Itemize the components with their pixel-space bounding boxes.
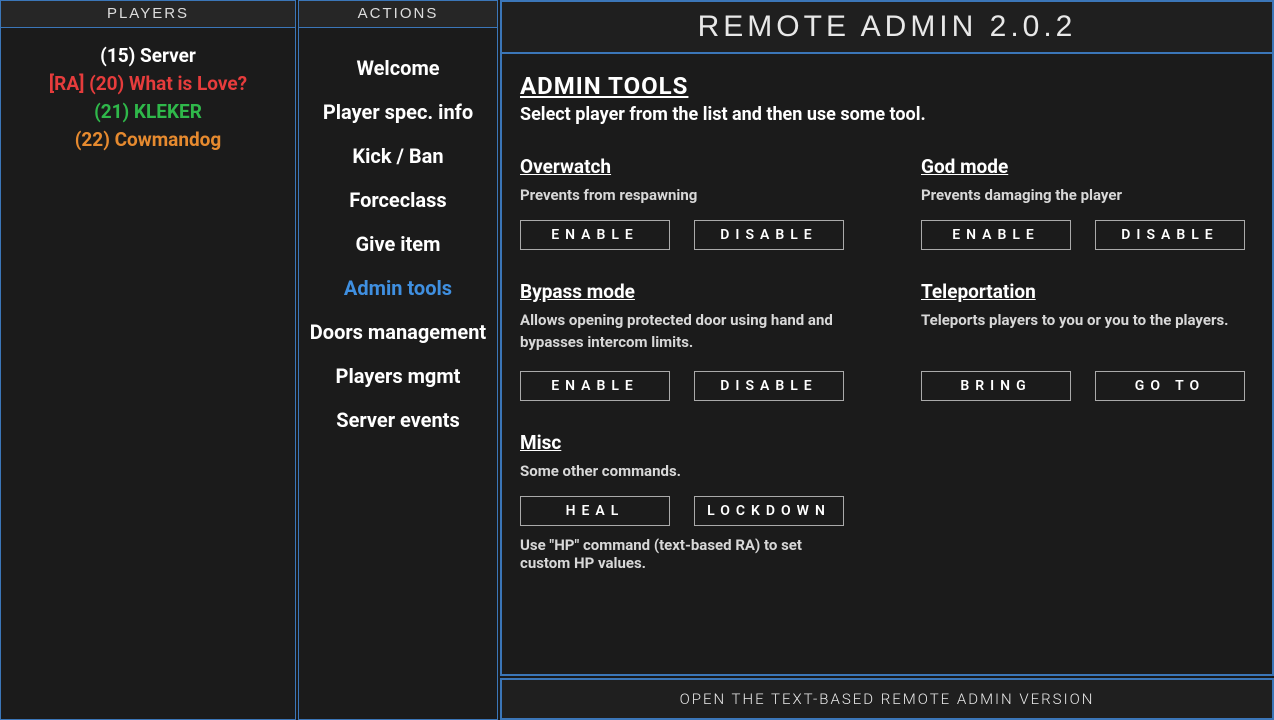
misc-lockdown-button[interactable]: LOCKDOWN xyxy=(694,496,844,526)
action-item[interactable]: Kick / Ban xyxy=(299,134,497,178)
overwatch-desc: Prevents from respawning xyxy=(520,184,853,206)
misc-heal-button[interactable]: HEAL xyxy=(520,496,670,526)
action-item[interactable]: Admin tools xyxy=(299,266,497,310)
teleport-desc: Teleports players to you or you to the p… xyxy=(921,309,1254,357)
bypass-buttons: ENABLE DISABLE xyxy=(520,371,853,401)
god-enable-button[interactable]: ENABLE xyxy=(921,220,1071,250)
section-bypass: Bypass mode Allows opening protected doo… xyxy=(520,280,853,401)
god-title: God mode xyxy=(921,155,1254,178)
god-disable-button[interactable]: DISABLE xyxy=(1095,220,1245,250)
page-title: ADMIN TOOLS xyxy=(520,72,1254,100)
overwatch-title: Overwatch xyxy=(520,155,853,178)
action-item[interactable]: Doors management xyxy=(299,310,497,354)
overwatch-disable-button[interactable]: DISABLE xyxy=(694,220,844,250)
action-item[interactable]: Players mgmt xyxy=(299,354,497,398)
action-item[interactable]: Forceclass xyxy=(299,178,497,222)
misc-title: Misc xyxy=(520,431,853,454)
player-item[interactable]: (15) Server xyxy=(1,42,295,70)
section-overwatch: Overwatch Prevents from respawning ENABL… xyxy=(520,155,853,250)
bypass-title: Bypass mode xyxy=(520,280,853,303)
players-header: PLAYERS xyxy=(1,1,295,28)
title-bar: REMOTE ADMIN 2.0.2 xyxy=(500,0,1274,54)
teleport-goto-button[interactable]: GO TO xyxy=(1095,371,1245,401)
god-buttons: ENABLE DISABLE xyxy=(921,220,1254,250)
player-item[interactable]: (21) KLEKER xyxy=(1,98,295,126)
players-list: (15) Server[RA] (20) What is Love?(21) K… xyxy=(1,28,295,719)
root: PLAYERS (15) Server[RA] (20) What is Lov… xyxy=(0,0,1274,720)
misc-desc: Some other commands. xyxy=(520,460,853,482)
actions-panel: ACTIONS WelcomePlayer spec. infoKick / B… xyxy=(298,0,498,720)
actions-list: WelcomePlayer spec. infoKick / BanForcec… xyxy=(299,28,497,719)
section-misc: Misc Some other commands. HEAL LOCKDOWN … xyxy=(520,431,853,572)
main-panel: ADMIN TOOLS Select player from the list … xyxy=(500,54,1274,676)
misc-footer-note: Use "HP" command (text-based RA) to set … xyxy=(520,536,853,572)
action-item[interactable]: Welcome xyxy=(299,46,497,90)
bottom-bar-label: OPEN THE TEXT-BASED REMOTE ADMIN VERSION xyxy=(680,690,1095,708)
bypass-enable-button[interactable]: ENABLE xyxy=(520,371,670,401)
teleport-bring-button[interactable]: BRING xyxy=(921,371,1071,401)
overwatch-enable-button[interactable]: ENABLE xyxy=(520,220,670,250)
bypass-disable-button[interactable]: DISABLE xyxy=(694,371,844,401)
teleport-buttons: BRING GO TO xyxy=(921,371,1254,401)
app-title: REMOTE ADMIN 2.0.2 xyxy=(698,10,1077,44)
right-side: REMOTE ADMIN 2.0.2 ADMIN TOOLS Select pl… xyxy=(500,0,1274,720)
players-panel: PLAYERS (15) Server[RA] (20) What is Lov… xyxy=(0,0,296,720)
player-item[interactable]: [RA] (20) What is Love? xyxy=(1,70,295,98)
god-desc: Prevents damaging the player xyxy=(921,184,1254,206)
misc-buttons: HEAL LOCKDOWN xyxy=(520,496,853,526)
bypass-desc: Allows opening protected door using hand… xyxy=(520,309,853,357)
actions-header: ACTIONS xyxy=(299,1,497,28)
player-item[interactable]: (22) Cowmandog xyxy=(1,126,295,154)
tools-grid: Overwatch Prevents from respawning ENABL… xyxy=(520,155,1254,602)
section-teleportation: Teleportation Teleports players to you o… xyxy=(921,280,1254,401)
section-god-mode: God mode Prevents damaging the player EN… xyxy=(921,155,1254,250)
page-subtitle: Select player from the list and then use… xyxy=(520,104,1254,125)
action-item[interactable]: Player spec. info xyxy=(299,90,497,134)
overwatch-buttons: ENABLE DISABLE xyxy=(520,220,853,250)
left-columns: PLAYERS (15) Server[RA] (20) What is Lov… xyxy=(0,0,498,720)
teleport-title: Teleportation xyxy=(921,280,1254,303)
action-item[interactable]: Give item xyxy=(299,222,497,266)
action-item[interactable]: Server events xyxy=(299,398,497,442)
open-text-version-button[interactable]: OPEN THE TEXT-BASED REMOTE ADMIN VERSION xyxy=(500,678,1274,720)
